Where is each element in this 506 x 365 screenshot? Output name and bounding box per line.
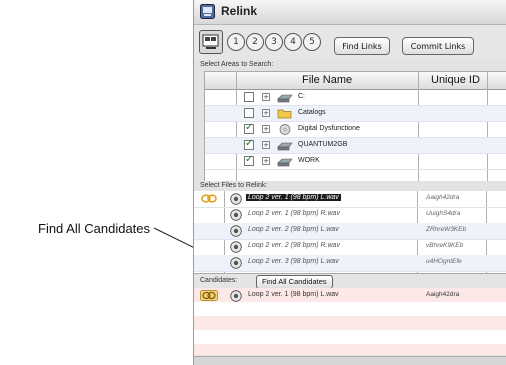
area-checkbox[interactable]: [244, 122, 254, 134]
candidates-section-label: Candidates:: [200, 277, 238, 284]
expand-toggle[interactable]: +: [262, 93, 270, 101]
files-section-label: Select Files to Relink:: [200, 182, 268, 189]
expand-toggle[interactable]: +: [262, 109, 270, 117]
drive-icon: [277, 158, 293, 167]
unique-id-column-header[interactable]: Unique ID: [431, 74, 480, 86]
file-row[interactable]: Loop 2 ver. 1 (98 bpm) R.wav UuighS4dra: [194, 207, 506, 224]
audio-file-icon: [230, 193, 242, 205]
file-name-column-header[interactable]: File Name: [302, 74, 352, 86]
area-row-digital-dysfunctione[interactable]: + Digital Dysfunctione: [205, 122, 506, 138]
relink-app-icon: [200, 4, 215, 19]
area-label: Digital Dysfunctione: [298, 125, 360, 132]
file-unique-id: u4HOgntEfe: [426, 258, 462, 265]
file-unique-id: vBhreK9KEb: [426, 242, 464, 249]
step-5-indicator[interactable]: 5: [303, 33, 321, 51]
link-icon: [201, 194, 217, 203]
area-checkbox[interactable]: [244, 154, 254, 166]
empty-row: [194, 330, 506, 344]
drive-icon: [277, 94, 293, 103]
files-to-relink-list: Loop 2 ver. 1 (98 bpm) L.wav Aaigh42dra …: [194, 191, 506, 273]
cd-icon: [279, 124, 291, 135]
file-row[interactable]: Loop 2 ver. 1 (98 bpm) L.wav Aaigh42dra: [194, 191, 506, 208]
find-links-button[interactable]: Find Links: [334, 37, 390, 55]
search-areas-table: File Name Unique ID + C: + Catalogs + Di…: [204, 71, 506, 181]
audio-file-icon: [230, 257, 242, 269]
step-4-indicator[interactable]: 4: [284, 33, 302, 51]
audio-file-icon: [230, 241, 242, 253]
drive-icon: [277, 142, 293, 151]
find-all-candidates-button[interactable]: Find All Candidates: [256, 275, 333, 289]
title-bar[interactable]: Relink: [194, 0, 506, 25]
step-2-indicator[interactable]: 2: [246, 33, 264, 51]
candidate-row[interactable]: Loop 2 ver. 1 (98 bpm) L.wav Aaigh42dra: [194, 288, 506, 302]
window-title: Relink: [221, 4, 258, 18]
audio-file-icon: [230, 225, 242, 237]
file-name: Loop 2 ver. 2 (98 bpm) R.wav: [248, 242, 340, 249]
areas-section-label: Select Areas to Search:: [200, 61, 274, 68]
audio-file-icon: [230, 209, 242, 221]
relink-tool-icon[interactable]: [199, 30, 223, 54]
commit-links-button[interactable]: Commit Links: [402, 37, 474, 55]
folder-icon: [277, 109, 292, 119]
area-label: QUANTUM2GB: [298, 141, 348, 148]
area-row-work[interactable]: + WORK: [205, 154, 506, 170]
file-row[interactable]: Loop 2 ver. 3 (98 bpm) L.wav u4HOgntEfe: [194, 255, 506, 272]
file-name: Loop 2 ver. 1 (98 bpm) R.wav: [248, 210, 340, 217]
expand-toggle[interactable]: +: [262, 157, 270, 165]
step-1-indicator[interactable]: 1: [227, 33, 245, 51]
audio-file-icon: [230, 290, 242, 302]
area-row-quantum2gb[interactable]: + QUANTUM2GB: [205, 138, 506, 154]
link-icon: [200, 290, 218, 301]
area-label: Catalogs: [298, 109, 326, 116]
area-checkbox[interactable]: [244, 108, 254, 118]
callout-label: Find All Candidates: [38, 221, 151, 236]
horizontal-scrollbar[interactable]: [194, 356, 506, 365]
file-unique-id: UuighS4dra: [426, 210, 461, 217]
candidates-bar: Candidates: Find All Candidates: [194, 273, 506, 289]
area-label: C:: [298, 93, 305, 100]
relink-window: Relink 1 2 3 4 5 Find Links Commit Links…: [193, 0, 506, 365]
expand-toggle[interactable]: +: [262, 141, 270, 149]
file-name: Loop 2 ver. 2 (98 bpm) L.wav: [248, 226, 339, 233]
file-name: Loop 2 ver. 1 (98 bpm) L.wav: [246, 194, 341, 201]
empty-row: [194, 316, 506, 330]
step-3-indicator[interactable]: 3: [265, 33, 283, 51]
expand-toggle[interactable]: +: [262, 125, 270, 133]
candidates-list: Loop 2 ver. 1 (98 bpm) L.wav Aaigh42dra: [194, 288, 506, 355]
area-row-catalogs[interactable]: + Catalogs: [205, 106, 506, 122]
empty-row: [194, 344, 506, 355]
step-indicators: 1 2 3 4 5: [227, 33, 321, 51]
file-row[interactable]: Loop 2 ver. 2 (98 bpm) R.wav vBhreK9KEb: [194, 239, 506, 256]
area-row-c[interactable]: + C:: [205, 90, 506, 106]
area-checkbox[interactable]: [244, 138, 254, 150]
file-unique-id: ZRhreW3KEb: [426, 226, 467, 233]
area-checkbox[interactable]: [244, 92, 254, 102]
area-label: WORK: [298, 157, 320, 164]
empty-row: [194, 302, 506, 316]
file-row[interactable]: Loop 2 ver. 2 (98 bpm) L.wav ZRhreW3KEb: [194, 223, 506, 240]
candidate-file-name: Loop 2 ver. 1 (98 bpm) L.wav: [248, 291, 339, 298]
areas-table-header: File Name Unique ID: [205, 72, 506, 90]
candidate-unique-id: Aaigh42dra: [426, 291, 460, 298]
file-name: Loop 2 ver. 3 (98 bpm) L.wav: [248, 258, 339, 265]
toolbar: 1 2 3 4 5 Find Links Commit Links: [194, 25, 506, 60]
file-unique-id: Aaigh42dra: [426, 194, 460, 201]
